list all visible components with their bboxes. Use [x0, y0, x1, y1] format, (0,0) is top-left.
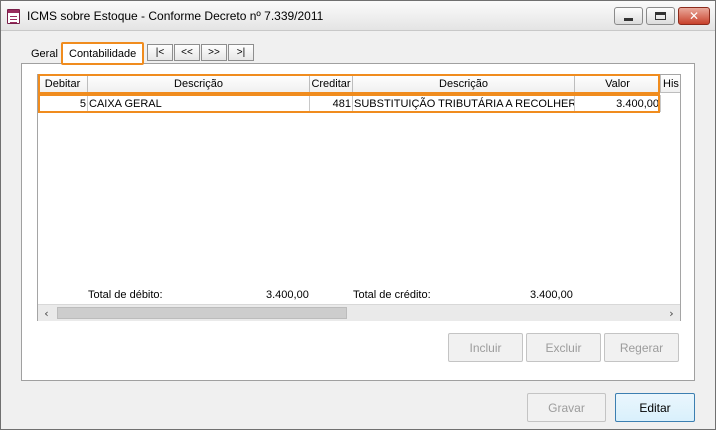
gravar-button[interactable]: Gravar [527, 393, 606, 422]
tab-geral[interactable]: Geral [27, 44, 62, 63]
excluir-button[interactable]: Excluir [526, 333, 601, 362]
cell-creditar[interactable]: 481 [310, 95, 353, 112]
column-header-valor[interactable]: Valor [575, 75, 661, 93]
accounting-grid[interactable]: Debitar Descrição Creditar Descrição Val… [37, 74, 681, 321]
total-debito-value: 3.400,00 [266, 289, 309, 301]
maximize-icon [655, 12, 666, 20]
previous-record-button[interactable]: << [174, 44, 200, 61]
cell-debitar[interactable]: 5 [38, 95, 88, 112]
column-header-descricao-credito[interactable]: Descrição [353, 75, 575, 93]
column-header-debitar[interactable]: Debitar [38, 75, 88, 93]
last-record-button[interactable]: >| [228, 44, 254, 61]
total-debito-label: Total de débito: [88, 289, 163, 301]
editar-button[interactable]: Editar [615, 393, 695, 422]
total-credito-value: 3.400,00 [530, 289, 573, 301]
scrollbar-thumb[interactable] [57, 307, 347, 319]
first-record-button[interactable]: |< [147, 44, 173, 61]
column-header-historico[interactable]: His [661, 75, 680, 93]
close-icon: ✕ [688, 9, 700, 23]
cell-valor[interactable]: 3.400,00 [575, 95, 661, 112]
main-window: ICMS sobre Estoque - Conforme Decreto nº… [0, 0, 716, 430]
cell-descricao-debito[interactable]: CAIXA GERAL [88, 95, 310, 112]
incluir-button[interactable]: Incluir [448, 333, 523, 362]
regerar-button[interactable]: Regerar [604, 333, 679, 362]
document-icon [7, 9, 20, 24]
total-credito-label: Total de crédito: [353, 289, 431, 301]
window-title: ICMS sobre Estoque - Conforme Decreto nº… [27, 9, 324, 23]
column-header-creditar[interactable]: Creditar [310, 75, 353, 93]
cell-descricao-credito[interactable]: SUBSTITUIÇÃO TRIBUTÁRIA A RECOLHER [353, 95, 575, 112]
scroll-right-icon[interactable]: › [663, 305, 680, 322]
next-record-button[interactable]: >> [201, 44, 227, 61]
title-bar[interactable]: ICMS sobre Estoque - Conforme Decreto nº… [1, 1, 715, 31]
minimize-button[interactable] [614, 7, 643, 25]
scroll-left-icon[interactable]: ‹ [38, 305, 55, 322]
minimize-icon [624, 17, 633, 21]
maximize-button[interactable] [646, 7, 675, 25]
horizontal-scrollbar[interactable]: ‹ › [38, 304, 680, 321]
column-header-descricao-debito[interactable]: Descrição [88, 75, 310, 93]
close-button[interactable]: ✕ [678, 7, 710, 25]
tab-contabilidade[interactable]: Contabilidade [61, 42, 145, 65]
